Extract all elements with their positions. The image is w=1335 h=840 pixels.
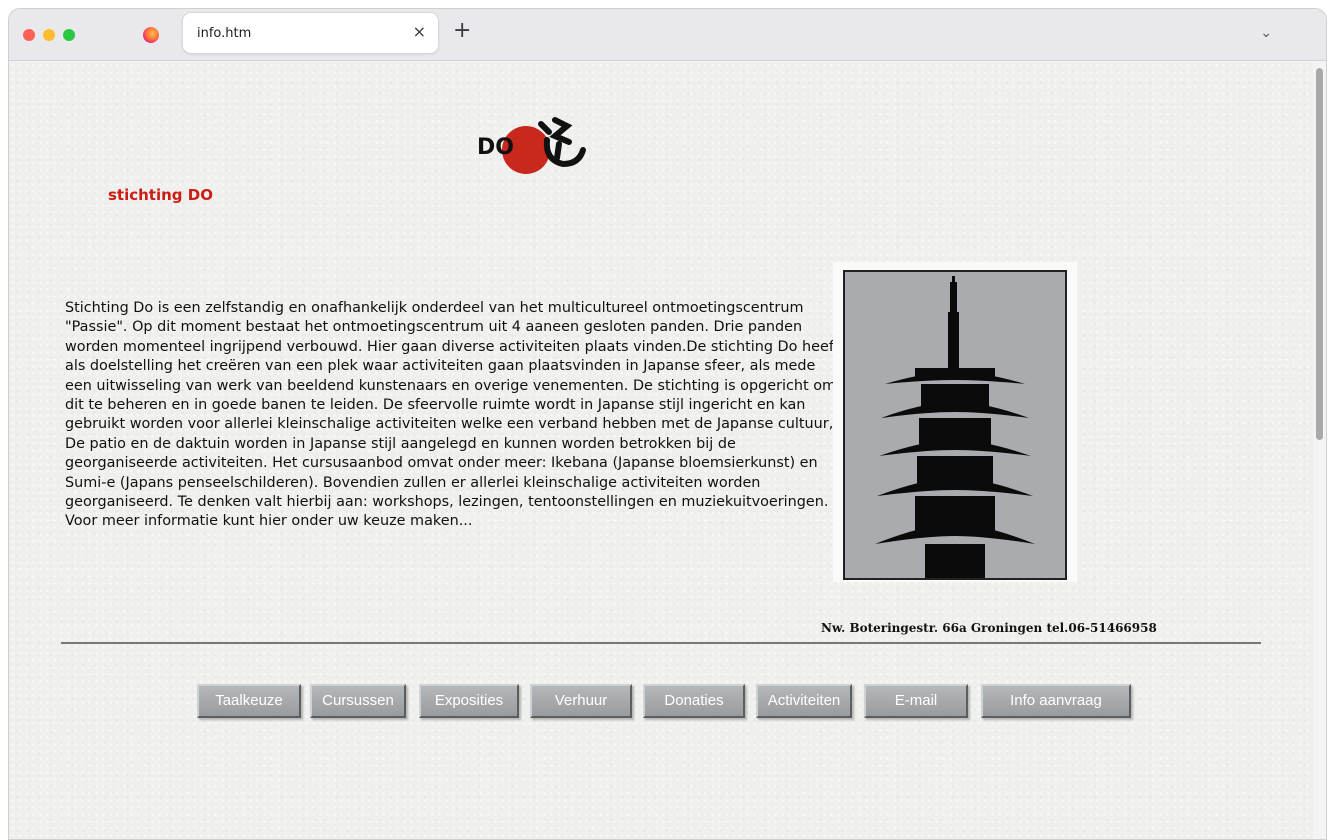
page-title: stichting DO [108,186,213,204]
zoom-window-button[interactable] [63,29,75,41]
page-content: DO stichting DO Stichting Do is een zelf… [9,62,1315,839]
firefox-icon[interactable] [143,27,159,43]
main-navigation: Taalkeuze Cursussen Exposities Verhuur D… [197,684,1137,720]
nav-button-taalkeuze[interactable]: Taalkeuze [197,684,301,718]
tab-info[interactable]: info.htm × [183,13,438,53]
nav-button-donaties[interactable]: Donaties [643,684,745,718]
nav-button-activiteiten[interactable]: Activiteiten [756,684,852,718]
intro-paragraph: Stichting Do is een zelfstandig en onafh… [65,300,840,530]
logo-calligraphy-icon [538,117,586,168]
stichting-do-logo: DO [477,117,586,174]
tab-title: info.htm [197,26,252,41]
browser-window: info.htm × + ⌄ DO stichting DO Stichting… [8,8,1327,840]
tab-bar: info.htm × + ⌄ [9,9,1326,61]
logo-text: DO [477,135,514,160]
address-text: Nw. Boteringestr. 66a Groningen tel.06-5… [821,621,1157,635]
pagoda-image [843,270,1067,580]
chevron-down-icon[interactable]: ⌄ [1260,25,1272,41]
vertical-scrollbar[interactable] [1313,62,1326,839]
pagoda-silhouette-icon [875,276,1035,578]
minimize-window-button[interactable] [43,29,55,41]
new-tab-button[interactable]: + [453,20,471,42]
close-window-button[interactable] [23,29,35,41]
nav-button-verhuur[interactable]: Verhuur [530,684,632,718]
scrollbar-thumb[interactable] [1316,68,1323,440]
nav-button-email[interactable]: E-mail [864,684,968,718]
nav-button-cursussen[interactable]: Cursussen [310,684,406,718]
close-tab-icon[interactable]: × [413,22,426,41]
pagoda-image-frame [833,262,1077,582]
divider [61,642,1261,644]
nav-button-info-aanvraag[interactable]: Info aanvraag [981,684,1131,718]
nav-button-exposities[interactable]: Exposities [419,684,519,718]
